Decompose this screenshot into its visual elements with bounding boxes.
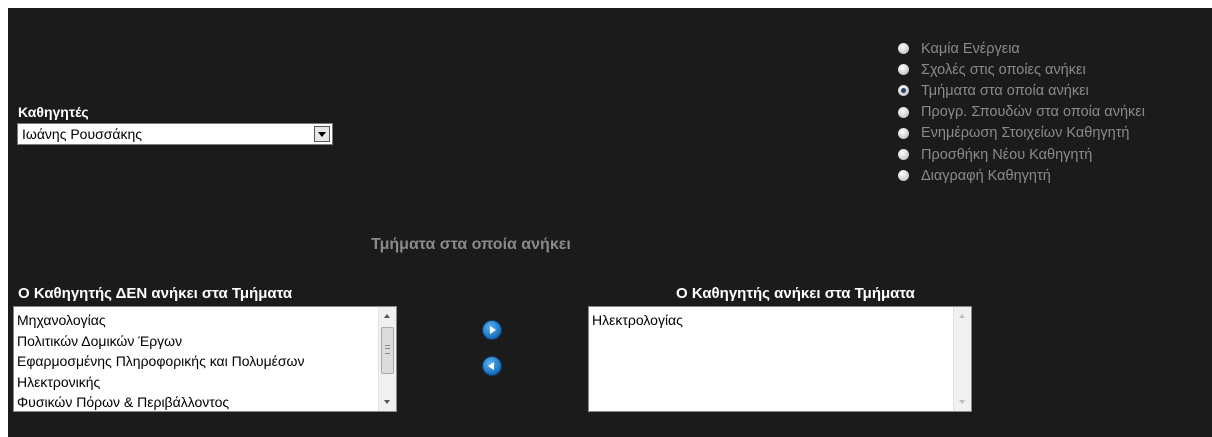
member-listbox[interactable]: Ηλεκτρολογίας [588,306,972,412]
list-item[interactable]: Εφαρμοσμένης Πληροφορικής και Πολυμέσων [17,351,304,372]
radio-label: Διαγραφή Καθηγητή [921,167,1051,184]
section-title: Τμήματα στα οποία ανήκει [371,236,571,253]
radio-option-delete-professor[interactable]: Διαγραφή Καθηγητή [898,165,1145,186]
radio-label: Προγρ. Σπουδών στα οποία ανήκει [921,104,1145,121]
radio-option-update-professor[interactable]: Ενημέρωση Στοιχείων Καθηγητή [898,123,1145,144]
member-list-title: Ο Καθηγητής ανήκει στα Τμήματα [676,285,915,302]
radio-option-schools[interactable]: Σχολές στις οποίες ανήκει [898,59,1145,80]
list-item[interactable]: Μηχανολογίας [17,310,304,331]
radio-label: Καμία Ενέργεια [921,40,1020,57]
remove-from-departments-button[interactable] [482,356,502,376]
list-item[interactable]: Φυσικών Πόρων & Περιβάλλοντος [17,392,304,411]
radio-button[interactable] [898,127,909,139]
scroll-up-arrow-icon[interactable] [959,314,965,318]
listbox-scrollbar[interactable] [378,307,396,411]
chevron-down-icon[interactable] [314,126,330,142]
list-item[interactable]: Ηλεκτρονικής [17,372,304,393]
radio-label: Προσθήκη Νέου Καθηγητή [921,146,1093,163]
radio-button[interactable] [898,64,909,76]
radio-option-study-programs[interactable]: Προγρ. Σπουδών στα οποία ανήκει [898,102,1145,123]
radio-button[interactable] [898,106,909,118]
scroll-thumb[interactable] [381,327,394,374]
radio-label: Σχολές στις οποίες ανήκει [921,61,1086,78]
radio-label: Ενημέρωση Στοιχείων Καθηγητή [921,125,1130,142]
radio-label: Τμήματα στα οποία ανήκει [921,82,1089,99]
radio-option-add-professor[interactable]: Προσθήκη Νέου Καθηγητή [898,144,1145,165]
radio-button-selected[interactable] [898,85,909,97]
professors-label: Καθηγητές [18,104,89,120]
radio-button[interactable] [898,149,909,161]
action-radio-group: Καμία Ενέργεια Σχολές στις οποίες ανήκει… [898,38,1145,186]
play-right-icon [490,326,496,334]
list-item[interactable]: Πολιτικών Δομικών Έργων [17,331,304,352]
professor-select-value: Ιωάνης Ρουσσάκης [22,126,143,142]
radio-button[interactable] [898,170,909,182]
add-to-departments-button[interactable] [482,320,502,340]
not-member-list-title: Ο Καθηγητής ΔΕΝ ανήκει στα Τμήματα [18,285,293,302]
professor-select[interactable]: Ιωάνης Ρουσσάκης [17,123,333,145]
play-left-icon [488,362,494,370]
list-item[interactable]: Ηλεκτρολογίας [592,310,683,331]
scroll-up-arrow-icon[interactable] [384,314,390,318]
listbox-scrollbar[interactable] [953,307,971,411]
scroll-down-arrow-icon[interactable] [959,400,965,404]
radio-option-departments[interactable]: Τμήματα στα οποία ανήκει [898,80,1145,101]
radio-button[interactable] [898,43,909,55]
scroll-down-arrow-icon[interactable] [384,400,390,404]
radio-option-no-action[interactable]: Καμία Ενέργεια [898,38,1145,59]
not-member-listbox[interactable]: Μηχανολογίας Πολιτικών Δομικών Έργων Εφα… [13,306,397,412]
